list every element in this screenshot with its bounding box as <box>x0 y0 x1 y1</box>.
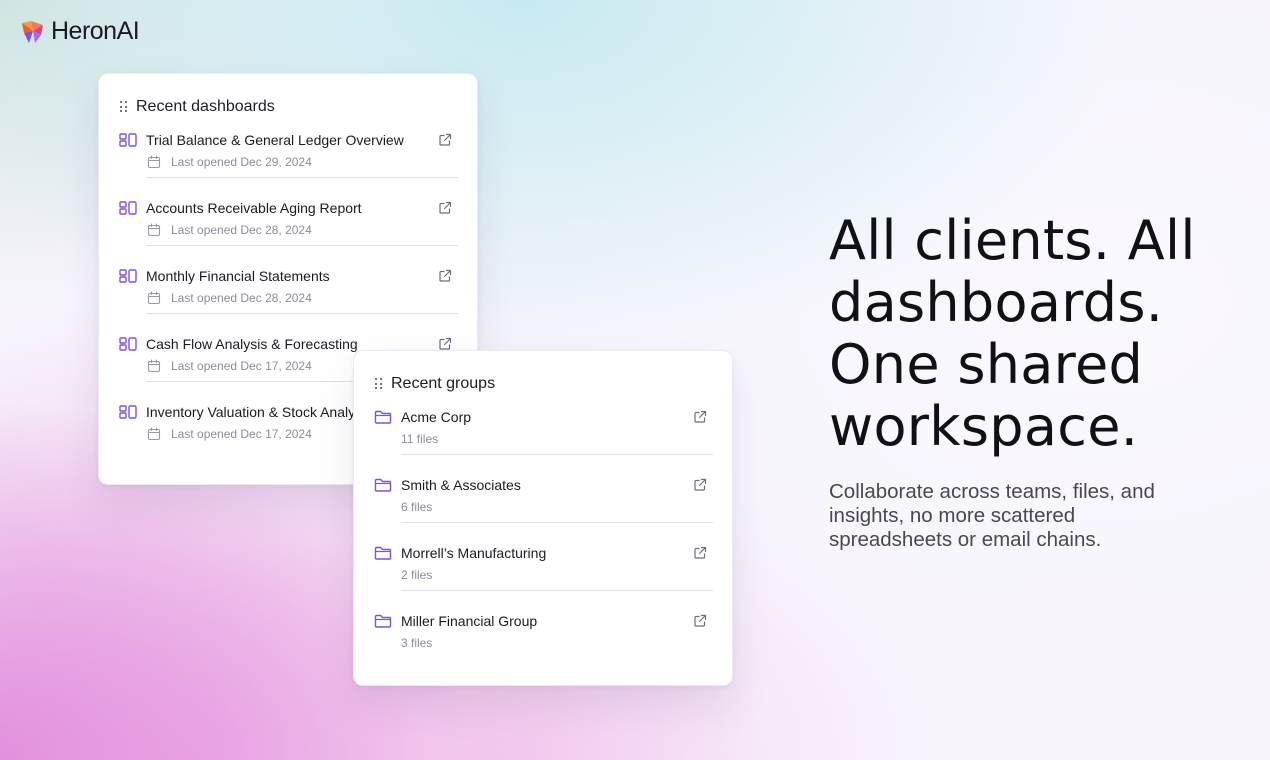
list-divider <box>401 522 713 523</box>
hero-subtitle: Collaborate across teams, files, and ins… <box>829 480 1249 552</box>
heron-logo-icon <box>22 20 43 43</box>
hero-subtitle-line: spreadsheets or email chains. <box>829 528 1102 551</box>
last-opened-date: Last opened Dec 28, 2024 <box>171 291 312 305</box>
dashboard-icon <box>119 133 137 147</box>
group-name[interactable]: Miller Financial Group <box>401 613 693 629</box>
calendar-icon <box>147 291 161 305</box>
group-name[interactable]: Acme Corp <box>401 409 693 425</box>
list-divider <box>401 454 713 455</box>
external-link-icon[interactable] <box>438 133 452 147</box>
hero-subtitle-line: insights, no more scattered <box>829 504 1076 527</box>
last-opened-date: Last opened Dec 29, 2024 <box>171 155 312 169</box>
dashboard-name[interactable]: Accounts Receivable Aging Report <box>146 200 438 216</box>
drag-handle-icon[interactable] <box>375 378 383 390</box>
hero-title-line: dashboards. <box>829 271 1164 334</box>
recent-groups-header: Recent groups <box>354 351 732 395</box>
recent-dashboards-header: Recent dashboards <box>99 74 477 118</box>
recent-groups-title: Recent groups <box>391 375 496 392</box>
dashboard-icon <box>119 405 137 419</box>
group-name[interactable]: Smith & Associates <box>401 477 693 493</box>
group-list-item[interactable]: Acme Corp 11 files <box>354 407 732 475</box>
brand-name: HeronAI <box>51 17 140 45</box>
group-list-item[interactable]: Smith & Associates 6 files <box>354 475 732 543</box>
dashboard-list-item[interactable]: Trial Balance & General Ledger Overview … <box>99 130 477 198</box>
group-list: Acme Corp 11 files Smith & Associates 6 … <box>354 395 732 679</box>
brand-logo[interactable]: HeronAI <box>19 17 140 46</box>
recent-groups-card: Recent groups Acme Corp 11 files Smith &… <box>353 350 733 686</box>
list-divider <box>146 313 458 314</box>
external-link-icon[interactable] <box>438 337 452 351</box>
folder-icon <box>374 478 392 492</box>
hero-subtitle-line: Collaborate across teams, files, and <box>829 480 1155 503</box>
group-list-item[interactable]: Morrell’s Manufacturing 2 files <box>354 543 732 611</box>
dashboard-list-item[interactable]: Monthly Financial Statements Last opened… <box>99 266 477 334</box>
external-link-icon[interactable] <box>693 410 707 424</box>
group-list-item[interactable]: Miller Financial Group 3 files <box>354 611 732 679</box>
list-divider <box>146 245 458 246</box>
hero-title: All clients. All dashboards. One shared … <box>829 210 1249 458</box>
folder-icon <box>374 546 392 560</box>
dashboard-icon <box>119 269 137 283</box>
external-link-icon[interactable] <box>693 614 707 628</box>
dashboard-icon <box>119 201 137 215</box>
drag-handle-icon[interactable] <box>120 101 128 113</box>
dashboard-icon <box>119 337 137 351</box>
file-count: 2 files <box>401 568 433 582</box>
dashboard-name[interactable]: Trial Balance & General Ledger Overview <box>146 132 438 148</box>
last-opened-date: Last opened Dec 17, 2024 <box>171 359 312 373</box>
list-divider <box>146 177 458 178</box>
file-count: 11 files <box>401 432 439 446</box>
external-link-icon[interactable] <box>438 201 452 215</box>
folder-icon <box>374 410 392 424</box>
calendar-icon <box>147 155 161 169</box>
dashboard-name[interactable]: Monthly Financial Statements <box>146 268 438 284</box>
external-link-icon[interactable] <box>438 269 452 283</box>
calendar-icon <box>147 427 161 441</box>
recent-dashboards-title: Recent dashboards <box>136 98 275 115</box>
hero-section: All clients. All dashboards. One shared … <box>829 210 1249 552</box>
dashboard-list-item[interactable]: Accounts Receivable Aging Report Last op… <box>99 198 477 266</box>
hero-title-line: One shared <box>829 333 1144 396</box>
external-link-icon[interactable] <box>693 546 707 560</box>
file-count: 6 files <box>401 500 433 514</box>
last-opened-date: Last opened Dec 17, 2024 <box>171 427 312 441</box>
last-opened-date: Last opened Dec 28, 2024 <box>171 223 312 237</box>
file-count: 3 files <box>401 636 433 650</box>
list-divider <box>401 590 713 591</box>
folder-icon <box>374 614 392 628</box>
calendar-icon <box>147 359 161 373</box>
group-name[interactable]: Morrell’s Manufacturing <box>401 545 693 561</box>
hero-title-line: All clients. All <box>829 209 1196 272</box>
external-link-icon[interactable] <box>693 478 707 492</box>
calendar-icon <box>147 223 161 237</box>
hero-title-line: workspace. <box>829 395 1139 458</box>
